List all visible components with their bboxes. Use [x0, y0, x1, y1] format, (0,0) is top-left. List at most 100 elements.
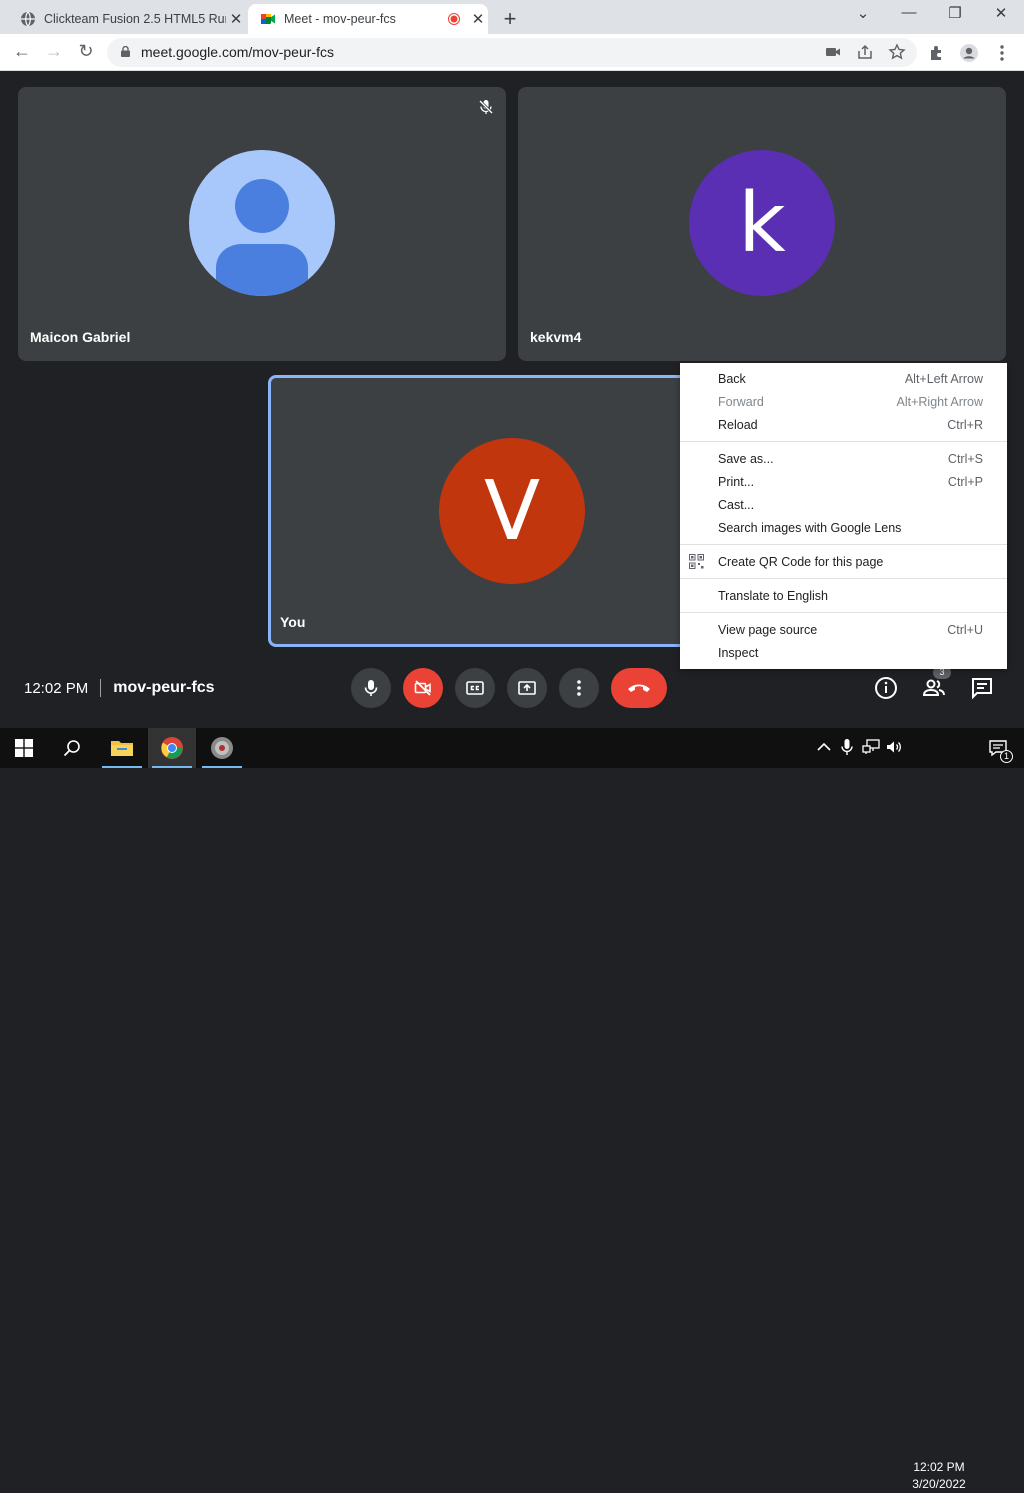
- notification-count: 1: [1000, 750, 1013, 763]
- avatar: [189, 150, 335, 296]
- participant-tile[interactable]: Maicon Gabriel: [18, 87, 506, 361]
- menu-item-shortcut: Alt+Right Arrow: [896, 394, 984, 409]
- url-text: meet.google.com/mov-peur-fcs: [141, 44, 334, 60]
- present-screen-button[interactable]: [507, 668, 547, 708]
- network-icon[interactable]: [862, 738, 880, 756]
- menu-item-back[interactable]: Back Alt+Left Arrow: [680, 367, 1007, 390]
- context-menu: Back Alt+Left Arrow Forward Alt+Right Ar…: [680, 363, 1007, 669]
- tab-title: Meet - mov-peur-fcs: [284, 12, 396, 26]
- menu-item-label: Back: [718, 371, 746, 386]
- menu-item-shortcut: Ctrl+U: [947, 622, 983, 637]
- menu-item-google-lens[interactable]: Search images with Google Lens: [680, 516, 1007, 539]
- google-meet-icon: [261, 14, 275, 24]
- meeting-details: 12:02 PM mov-peur-fcs: [24, 679, 215, 697]
- meeting-code: mov-peur-fcs: [113, 679, 215, 696]
- menu-separator: [680, 612, 1007, 613]
- participant-name: Maicon Gabriel: [30, 329, 131, 345]
- address-bar[interactable]: meet.google.com/mov-peur-fcs: [107, 38, 917, 67]
- reload-button[interactable]: ↻: [74, 41, 98, 62]
- tab-title: Clickteam Fusion 2.5 HTML5 Run: [44, 12, 226, 26]
- tab-search-button[interactable]: ⌄: [848, 4, 878, 22]
- file-explorer-icon: [111, 741, 133, 756]
- menu-item-view-source[interactable]: View page source Ctrl+U: [680, 618, 1007, 641]
- tab-meet[interactable]: Meet - mov-peur-fcs ✕: [248, 4, 488, 34]
- forward-button[interactable]: →: [42, 41, 66, 62]
- menu-item-shortcut: Ctrl+P: [947, 474, 983, 489]
- taskbar-app[interactable]: [198, 728, 246, 768]
- participant-name: kekvm4: [530, 329, 582, 345]
- search-icon: [63, 740, 80, 757]
- menu-separator: [680, 544, 1007, 545]
- more-options-button[interactable]: [559, 668, 599, 708]
- leave-call-button[interactable]: [611, 668, 667, 708]
- divider: [100, 679, 102, 697]
- person-placeholder-icon: [216, 179, 308, 296]
- menu-separator: [680, 578, 1007, 579]
- microphone-icon: [364, 680, 378, 696]
- new-tab-button[interactable]: +: [498, 6, 522, 32]
- camera-off-icon: [414, 680, 431, 696]
- menu-item-label: Print...: [718, 474, 755, 489]
- extensions-puzzle-icon[interactable]: [927, 43, 947, 63]
- menu-item-label: Search images with Google Lens: [718, 520, 902, 535]
- menu-item-shortcut: Ctrl+R: [947, 417, 983, 432]
- search-button[interactable]: [48, 728, 96, 768]
- windows-logo-icon: [15, 739, 33, 757]
- kebab-menu-icon[interactable]: [992, 43, 1012, 63]
- volume-icon[interactable]: [885, 738, 903, 756]
- clock-time: 12:02 PM: [913, 1460, 965, 1474]
- menu-item-save-as[interactable]: Save as... Ctrl+S: [680, 447, 1007, 470]
- start-button[interactable]: [0, 728, 48, 768]
- bookmark-star-icon[interactable]: [888, 43, 906, 61]
- menu-item-label: Inspect: [718, 645, 759, 660]
- menu-item-print[interactable]: Print... Ctrl+P: [680, 470, 1007, 493]
- taskbar-chrome[interactable]: [148, 728, 196, 768]
- people-icon[interactable]: [922, 676, 946, 700]
- chrome-icon: [161, 737, 183, 759]
- tab-close-button[interactable]: ✕: [226, 10, 246, 28]
- browser-toolbar: ← → ↻ meet.google.com/mov-peur-fcs: [0, 34, 1024, 71]
- mic-muted-icon: [478, 99, 494, 115]
- menu-separator: [680, 441, 1007, 442]
- more-vert-icon: [577, 680, 581, 696]
- windows-taskbar: 12:02 PM 3/20/2022 1: [0, 728, 1024, 1491]
- share-icon[interactable]: [856, 43, 874, 61]
- tab-close-button[interactable]: ✕: [468, 10, 488, 28]
- notification-center-button[interactable]: 1: [978, 728, 1018, 768]
- tab-clickteam[interactable]: Clickteam Fusion 2.5 HTML5 Run ✕: [8, 4, 246, 34]
- chevron-up-icon[interactable]: [815, 738, 833, 756]
- avatar: V: [439, 438, 585, 584]
- menu-item-reload[interactable]: Reload Ctrl+R: [680, 413, 1007, 436]
- app-disc-icon: [211, 737, 233, 759]
- camera-toggle-button[interactable]: [403, 668, 443, 708]
- chat-icon[interactable]: [970, 676, 994, 700]
- globe-icon: [21, 11, 35, 27]
- qr-code-icon: [689, 554, 704, 569]
- captions-button[interactable]: [455, 668, 495, 708]
- microphone-button[interactable]: [351, 668, 391, 708]
- hang-up-icon: [628, 684, 650, 692]
- minimize-button[interactable]: —: [894, 4, 924, 21]
- menu-item-shortcut: Alt+Left Arrow: [904, 371, 983, 386]
- participant-tile[interactable]: k kekvm4: [518, 87, 1006, 361]
- menu-item-qr-code[interactable]: Create QR Code for this page: [680, 550, 1007, 573]
- participant-name: You: [280, 614, 306, 630]
- restore-button[interactable]: ❐: [940, 4, 970, 22]
- meeting-info-icon[interactable]: [874, 676, 898, 700]
- avatar: k: [689, 150, 835, 296]
- microphone-tray-icon[interactable]: [838, 738, 856, 756]
- system-clock[interactable]: 12:02 PM 3/20/2022: [904, 1459, 974, 1493]
- menu-item-translate[interactable]: Translate to English: [680, 584, 1007, 607]
- camera-icon[interactable]: [824, 43, 842, 61]
- lock-icon: [121, 46, 130, 57]
- closed-captions-icon: [466, 681, 484, 695]
- back-button[interactable]: ←: [10, 41, 34, 62]
- taskbar-file-explorer[interactable]: [98, 728, 146, 768]
- menu-item-cast[interactable]: Cast...: [680, 493, 1007, 516]
- menu-item-label: Save as...: [718, 451, 774, 466]
- window-close-button[interactable]: ✕: [986, 4, 1016, 22]
- menu-item-label: Create QR Code for this page: [718, 554, 884, 569]
- menu-item-forward[interactable]: Forward Alt+Right Arrow: [680, 390, 1007, 413]
- profile-avatar-icon[interactable]: [959, 43, 979, 63]
- menu-item-inspect[interactable]: Inspect: [680, 641, 1007, 664]
